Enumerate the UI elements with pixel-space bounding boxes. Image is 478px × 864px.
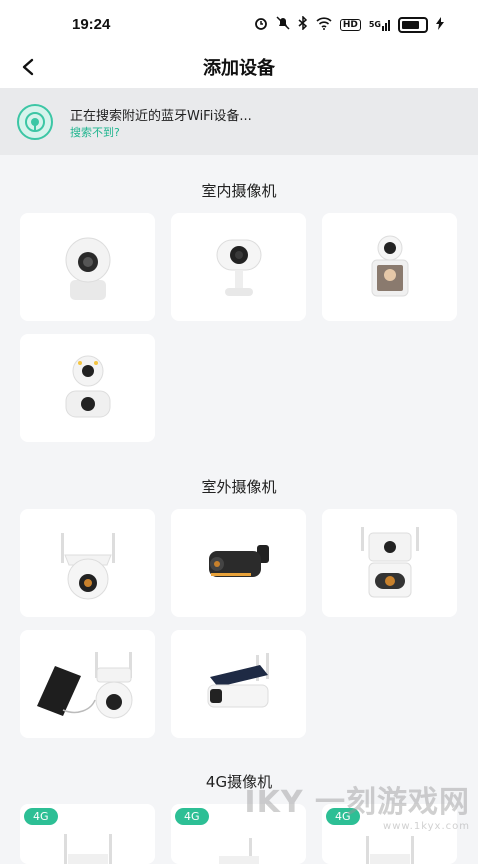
device-card-outdoor-solar-ptz[interactable] <box>20 630 155 738</box>
bluetooth-search-banner: 正在搜索附近的蓝牙WiFi设备... 搜索不到? <box>0 88 478 155</box>
section-title-indoor: 室内摄像机 <box>201 182 277 200</box>
section-title-outdoor: 室外摄像机 <box>201 478 277 496</box>
page-title: 添加设备 <box>203 58 275 79</box>
device-card-outdoor-ptz[interactable] <box>20 509 155 617</box>
4g-badge: 4G <box>24 808 58 825</box>
status-time: 19:24 <box>72 16 111 33</box>
device-card-indoor-video-call[interactable] <box>322 213 457 321</box>
device-card-outdoor-dual-lens[interactable] <box>322 509 457 617</box>
4g-camera-icon <box>63 834 112 864</box>
device-card-indoor-fixed[interactable] <box>171 213 306 321</box>
indoor-ptz-camera-icon <box>65 237 110 300</box>
device-card-outdoor-solar-bullet[interactable] <box>171 630 306 738</box>
outdoor-ptz-camera-icon <box>60 533 115 600</box>
signal-5g-icon: 5G <box>369 19 390 31</box>
app-header: 添加设备 <box>0 46 478 88</box>
alarm-icon <box>254 16 268 34</box>
outdoor-solar-bullet-camera-icon <box>207 653 269 708</box>
device-card-outdoor-bullet[interactable] <box>171 509 306 617</box>
outdoor-dual-lens-camera-icon <box>360 527 419 598</box>
mute-icon <box>276 16 290 34</box>
site-watermark: IKY 一刻游戏网 www.1kyx.com <box>244 785 470 832</box>
hd-icon: HD <box>339 19 361 31</box>
device-card-indoor-dual-lens[interactable] <box>20 334 155 442</box>
bluetooth-wifi-search-icon <box>17 104 53 140</box>
charging-icon <box>436 16 444 34</box>
device-card-4g-1[interactable]: 4G <box>20 804 155 864</box>
battery-icon <box>398 17 428 33</box>
indoor-dual-lens-camera-icon <box>65 355 110 418</box>
watermark-url: www.1kyx.com <box>383 821 470 832</box>
4g-badge: 4G <box>175 808 209 825</box>
device-card-indoor-ptz[interactable] <box>20 213 155 321</box>
bluetooth-icon <box>298 15 308 34</box>
status-bar: 19:24 HD 5G <box>0 0 478 46</box>
search-status-text: 正在搜索附近的蓝牙WiFi设备... <box>70 109 252 124</box>
cannot-find-link[interactable]: 搜索不到? <box>70 124 120 140</box>
wifi-icon <box>316 16 332 34</box>
outdoor-bullet-camera-icon <box>208 545 269 577</box>
status-icons: HD 5G <box>254 15 444 34</box>
outdoor-solar-ptz-camera-icon <box>36 652 132 719</box>
indoor-video-call-camera-icon <box>371 235 408 297</box>
indoor-fixed-camera-icon <box>216 239 261 296</box>
